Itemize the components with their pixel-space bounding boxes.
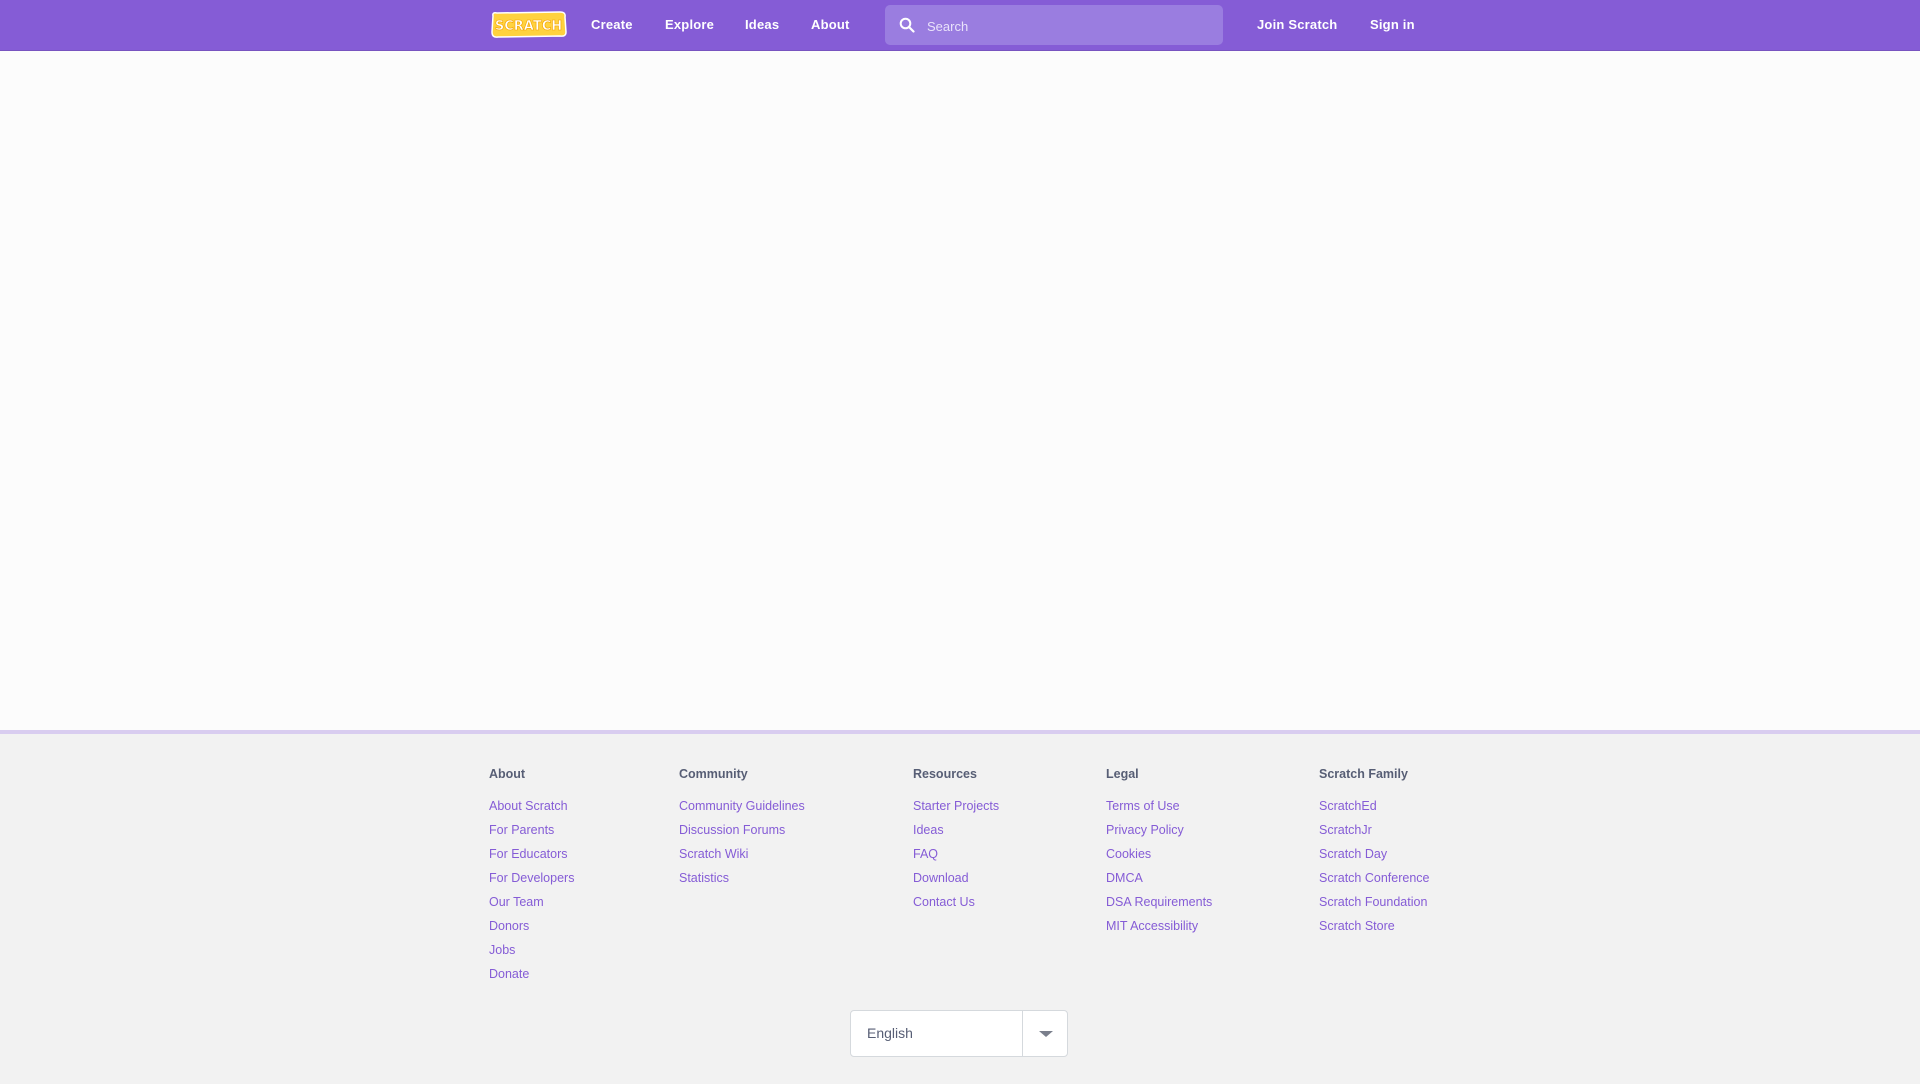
- search-box[interactable]: [885, 5, 1223, 47]
- footer-link-discussion-forums[interactable]: Discussion Forums: [679, 818, 805, 842]
- nav-explore-link[interactable]: Explore: [665, 0, 714, 50]
- footer-heading: About: [489, 767, 526, 781]
- footer-heading: Resources: [913, 767, 977, 781]
- footer-link-jobs[interactable]: Jobs: [489, 938, 574, 962]
- footer-link-scratch-foundation[interactable]: Scratch Foundation: [1319, 890, 1429, 914]
- main-content: [0, 51, 1920, 730]
- chevron-down-icon: [1039, 1031, 1053, 1037]
- footer-link-contact-us[interactable]: Contact Us: [913, 890, 999, 914]
- footer: About About Scratch For Parents For Educ…: [0, 730, 1920, 1084]
- footer-heading: Scratch Family: [1319, 767, 1408, 781]
- footer-link-about-scratch[interactable]: About Scratch: [489, 794, 574, 818]
- footer-column-scratch-family: Scratch Family ScratchEd ScratchJr Scrat…: [1319, 764, 1429, 938]
- footer-link-scratch-wiki[interactable]: Scratch Wiki: [679, 842, 805, 866]
- footer-link-for-developers[interactable]: For Developers: [489, 866, 574, 890]
- logo-text: SCRATCH: [495, 19, 562, 34]
- footer-link-ideas[interactable]: Ideas: [913, 818, 999, 842]
- footer-link-scratched[interactable]: ScratchEd: [1319, 794, 1429, 818]
- footer-link-statistics[interactable]: Statistics: [679, 866, 805, 890]
- search-input[interactable]: [925, 5, 1219, 47]
- footer-link-starter-projects[interactable]: Starter Projects: [913, 794, 999, 818]
- footer-link-scratch-day[interactable]: Scratch Day: [1319, 842, 1429, 866]
- footer-link-for-educators[interactable]: For Educators: [489, 842, 574, 866]
- language-selected-value: English: [867, 1025, 913, 1041]
- footer-link-privacy-policy[interactable]: Privacy Policy: [1106, 818, 1212, 842]
- footer-link-terms-of-use[interactable]: Terms of Use: [1106, 794, 1212, 818]
- footer-column-resources: Resources Starter Projects Ideas FAQ Dow…: [913, 764, 999, 914]
- nav-about-link[interactable]: About: [811, 0, 850, 50]
- footer-link-donate[interactable]: Donate: [489, 962, 574, 986]
- language-select[interactable]: English: [850, 1010, 1068, 1057]
- footer-link-cookies[interactable]: Cookies: [1106, 842, 1212, 866]
- footer-link-dsa-requirements[interactable]: DSA Requirements: [1106, 890, 1212, 914]
- footer-link-for-parents[interactable]: For Parents: [489, 818, 574, 842]
- footer-heading: Community: [679, 767, 748, 781]
- footer-link-dmca[interactable]: DMCA: [1106, 866, 1212, 890]
- footer-link-community-guidelines[interactable]: Community Guidelines: [679, 794, 805, 818]
- footer-column-legal: Legal Terms of Use Privacy Policy Cookie…: [1106, 764, 1212, 938]
- top-navigation-bar: SCRATCH Create Explore Ideas About Join …: [0, 0, 1920, 51]
- footer-link-scratchjr[interactable]: ScratchJr: [1319, 818, 1429, 842]
- join-scratch-link[interactable]: Join Scratch: [1257, 0, 1337, 50]
- nav-inner: SCRATCH Create Explore Ideas About Join …: [489, 0, 1441, 50]
- footer-link-donors[interactable]: Donors: [489, 914, 574, 938]
- scratch-logo[interactable]: SCRATCH: [490, 10, 567, 39]
- footer-link-our-team[interactable]: Our Team: [489, 890, 574, 914]
- footer-heading: Legal: [1106, 767, 1139, 781]
- language-select-divider: [1022, 1011, 1023, 1056]
- footer-link-scratch-conference[interactable]: Scratch Conference: [1319, 866, 1429, 890]
- nav-ideas-link[interactable]: Ideas: [745, 0, 779, 50]
- footer-column-community: Community Community Guidelines Discussio…: [679, 764, 805, 890]
- nav-create-link[interactable]: Create: [591, 0, 633, 50]
- footer-link-mit-accessibility[interactable]: MIT Accessibility: [1106, 914, 1212, 938]
- footer-link-download[interactable]: Download: [913, 866, 999, 890]
- footer-column-about: About About Scratch For Parents For Educ…: [489, 764, 574, 986]
- footer-link-faq[interactable]: FAQ: [913, 842, 999, 866]
- search-icon: [899, 17, 915, 33]
- footer-link-scratch-store[interactable]: Scratch Store: [1319, 914, 1429, 938]
- sign-in-link[interactable]: Sign in: [1370, 0, 1415, 50]
